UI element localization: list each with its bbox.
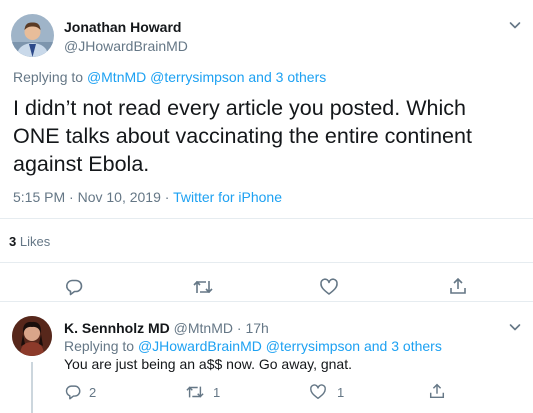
like-button[interactable] bbox=[319, 277, 339, 297]
retweet-button[interactable] bbox=[192, 277, 214, 297]
reply-author-handle[interactable]: @MtnMD bbox=[174, 320, 233, 336]
likes-count[interactable]: 3 Likes bbox=[9, 234, 50, 249]
reply-count: 2 bbox=[89, 384, 97, 400]
retweet-icon bbox=[186, 386, 204, 398]
author-handle[interactable]: @JHowardBrainMD bbox=[64, 38, 188, 54]
reply-author-name[interactable]: K. Sennholz MD bbox=[64, 320, 170, 336]
reply-button[interactable] bbox=[64, 277, 84, 297]
author-name[interactable]: Jonathan Howard bbox=[64, 19, 181, 35]
reply-reply-button[interactable]: 2 bbox=[64, 383, 96, 401]
retweet-icon bbox=[193, 280, 213, 294]
reply-separator: · bbox=[233, 320, 246, 336]
reply-share-button[interactable] bbox=[428, 382, 446, 400]
reply-retweet-button[interactable]: 1 bbox=[185, 383, 220, 401]
reply-header: K. Sennholz MD @MtnMD · 17h bbox=[64, 320, 269, 336]
mention-terrysimpson-reply[interactable]: @terrysimpson bbox=[266, 338, 360, 354]
mention-mtnmd[interactable]: @MtnMD bbox=[87, 69, 146, 85]
reply-icon bbox=[65, 385, 81, 400]
reply-time[interactable]: 17h bbox=[245, 320, 268, 336]
reply-replying-to: Replying to @JHowardBrainMD @terrysimpso… bbox=[64, 338, 442, 354]
reply-icon bbox=[66, 279, 83, 296]
heart-icon bbox=[310, 384, 326, 400]
reply-replying-prefix: Replying to bbox=[64, 338, 138, 354]
like-count: 1 bbox=[337, 384, 345, 400]
tweet-text: I didn’t not read every article you post… bbox=[13, 96, 472, 176]
reply-text: You are just being an a$$ now. Go away, … bbox=[64, 356, 352, 372]
replying-and: and bbox=[244, 69, 276, 85]
author-avatar[interactable] bbox=[11, 14, 54, 57]
mention-jhowardbrainmd[interactable]: @JHowardBrainMD bbox=[138, 338, 262, 354]
replying-to: Replying to @MtnMD @terrysimpson and 3 o… bbox=[13, 69, 326, 85]
likes-label: Likes bbox=[16, 234, 51, 249]
heart-icon bbox=[320, 278, 338, 295]
mention-terrysimpson[interactable]: @terrysimpson bbox=[150, 69, 244, 85]
share-button[interactable] bbox=[448, 276, 468, 296]
more-options-icon[interactable] bbox=[507, 17, 523, 33]
tweet-source[interactable]: Twitter for iPhone bbox=[173, 189, 282, 205]
reply-replying-and: and bbox=[360, 338, 392, 354]
replying-prefix: Replying to bbox=[13, 69, 87, 85]
share-icon bbox=[429, 383, 445, 399]
tweet-meta: 5:15 PM · Nov 10, 2019 · Twitter for iPh… bbox=[13, 189, 282, 205]
main-tweet: Jonathan Howard @JHowardBrainMD Replying… bbox=[0, 0, 533, 302]
mention-others[interactable]: 3 others bbox=[276, 69, 327, 85]
reply-more-options-icon[interactable] bbox=[507, 319, 523, 335]
mention-others-reply[interactable]: 3 others bbox=[391, 338, 442, 354]
share-icon bbox=[450, 277, 466, 294]
divider-bottom bbox=[0, 262, 533, 263]
reply-author-avatar[interactable] bbox=[12, 316, 52, 356]
thread-line bbox=[31, 362, 33, 413]
divider-top bbox=[0, 218, 533, 219]
tweet-time[interactable]: 5:15 PM · Nov 10, 2019 · bbox=[13, 189, 173, 205]
reply-like-button[interactable]: 1 bbox=[309, 383, 344, 401]
retweet-count: 1 bbox=[213, 384, 221, 400]
